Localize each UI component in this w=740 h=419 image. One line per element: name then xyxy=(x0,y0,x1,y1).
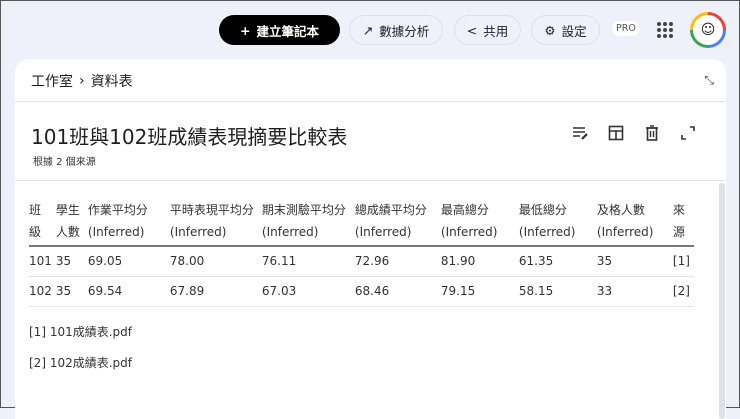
edit-icon[interactable] xyxy=(570,123,590,143)
table-cell: 102 xyxy=(29,276,56,307)
column-header: 及格人數 (Inferred) xyxy=(596,197,673,247)
column-header-line: 總成績平均分 xyxy=(354,203,427,217)
reference-link[interactable]: [2] 102成績表.pdf xyxy=(29,354,132,371)
column-header: 學生 人數 xyxy=(55,197,88,247)
breadcrumb-studio[interactable]: 工作室 xyxy=(31,71,73,91)
table-cell: 35 xyxy=(596,246,673,277)
gear-icon: ⚙ xyxy=(544,22,556,38)
chevron-right-icon: › xyxy=(79,73,85,89)
column-header-line: 人數 xyxy=(55,225,80,239)
divider xyxy=(15,180,726,181)
column-header: 班級 xyxy=(29,197,56,247)
table-panel: 工作室 › 資料表 ⤡ 101班與102班成績表現摘要比較表 根據 2 個來源 … xyxy=(15,59,726,419)
column-header-line: 最低總分 xyxy=(518,203,567,217)
plus-icon: + xyxy=(240,22,251,38)
new-notebook-button[interactable]: + 建立筆記本 xyxy=(219,15,340,45)
column-header-line: 最高總分 xyxy=(440,203,489,217)
column-header-line: (Inferred) xyxy=(261,225,319,239)
scrollbar[interactable] xyxy=(719,183,725,419)
table-cell: 72.96 xyxy=(354,246,441,277)
table-cell: 79.15 xyxy=(440,276,519,307)
column-header-line: 來 xyxy=(672,203,685,217)
avatar[interactable]: ☺ xyxy=(690,12,726,48)
table-cell[interactable]: [1] xyxy=(672,246,694,277)
column-header: 總成績平均分 (Inferred) xyxy=(354,197,441,247)
table-cell: 58.15 xyxy=(518,276,597,307)
column-header-line: (Inferred) xyxy=(518,225,576,239)
column-header-line: 班 xyxy=(29,203,42,217)
delete-icon[interactable] xyxy=(642,123,662,143)
column-header-line: 級 xyxy=(29,225,42,239)
column-header: 最高總分 (Inferred) xyxy=(440,197,519,247)
table-icon[interactable] xyxy=(606,123,626,143)
apps-grid-icon[interactable] xyxy=(657,22,673,38)
column-header-line: 學生 xyxy=(55,203,80,217)
table-cell: 76.11 xyxy=(261,246,355,277)
column-header-line: (Inferred) xyxy=(440,225,498,239)
pro-badge: PRO xyxy=(612,21,640,36)
table-cell: 69.05 xyxy=(87,246,170,277)
column-header: 來源 xyxy=(672,197,694,247)
top-bar: + 建立筆記本 ↗ 數據分析 < 共用 ⚙ 設定 PRO ☺ xyxy=(1,12,739,48)
table-cell: 101 xyxy=(29,246,56,277)
settings-button[interactable]: ⚙ 設定 xyxy=(531,15,600,45)
reference-link[interactable]: [1] 101成績表.pdf xyxy=(29,323,132,340)
table-cell: 81.90 xyxy=(440,246,519,277)
collapse-icon[interactable]: ⤡ xyxy=(704,73,714,88)
table-cell: 33 xyxy=(596,276,673,307)
comparison-table: 班級學生 人數 作業平均分 (Inferred) 平時表現平均分 (Inferred) 期末… xyxy=(29,197,694,307)
page-title: 101班與102班成績表現摘要比較表 xyxy=(31,125,348,149)
share-icon: < xyxy=(466,22,478,38)
toolbar xyxy=(570,123,698,143)
user-face-icon: ☺ xyxy=(693,15,723,45)
references: [1] 101成績表.pdf [2] 102成績表.pdf xyxy=(29,323,132,385)
column-header: 最低總分 (Inferred) xyxy=(518,197,597,247)
column-header: 期末測驗平均分 (Inferred) xyxy=(261,197,355,247)
breadcrumb: 工作室 › 資料表 xyxy=(31,71,133,91)
column-header-line: (Inferred) xyxy=(354,225,412,239)
analytics-button[interactable]: ↗ 數據分析 xyxy=(349,15,443,45)
table-row: 102 35 69.54 67.89 67.03 68.46 79.15 58.15 33 [2] xyxy=(29,276,694,307)
table-cell: 68.46 xyxy=(354,276,441,307)
column-header-line: 平時表現平均分 xyxy=(169,203,254,217)
source-count: 根據 2 個來源 xyxy=(33,157,96,168)
column-header-line: 源 xyxy=(672,225,685,239)
breadcrumb-current: 資料表 xyxy=(90,74,133,90)
column-header-line: 及格人數 xyxy=(596,203,645,217)
table-row: 101 35 69.05 78.00 76.11 72.96 81.90 61.35 35 [1] xyxy=(29,246,694,277)
table-cell[interactable]: [2] xyxy=(672,276,694,307)
divider xyxy=(15,101,726,102)
table-cell: 69.54 xyxy=(87,276,170,307)
table-cell: 61.35 xyxy=(518,246,597,277)
column-header: 作業平均分 (Inferred) xyxy=(87,197,170,247)
column-header-line: 作業平均分 xyxy=(87,203,148,217)
column-header-line: (Inferred) xyxy=(87,225,145,239)
table-cell: 35 xyxy=(55,276,88,307)
column-header: 平時表現平均分 (Inferred) xyxy=(169,197,262,247)
column-header-line: (Inferred) xyxy=(169,225,227,239)
table-cell: 35 xyxy=(55,246,88,277)
share-button[interactable]: < 共用 xyxy=(454,15,521,45)
trending-icon: ↗ xyxy=(362,22,374,38)
column-header-line: (Inferred) xyxy=(596,225,654,239)
column-header-line: 期末測驗平均分 xyxy=(261,203,346,217)
table-cell: 67.03 xyxy=(261,276,355,307)
table-cell: 78.00 xyxy=(169,246,262,277)
table-cell: 67.89 xyxy=(169,276,262,307)
expand-icon[interactable] xyxy=(678,123,698,143)
